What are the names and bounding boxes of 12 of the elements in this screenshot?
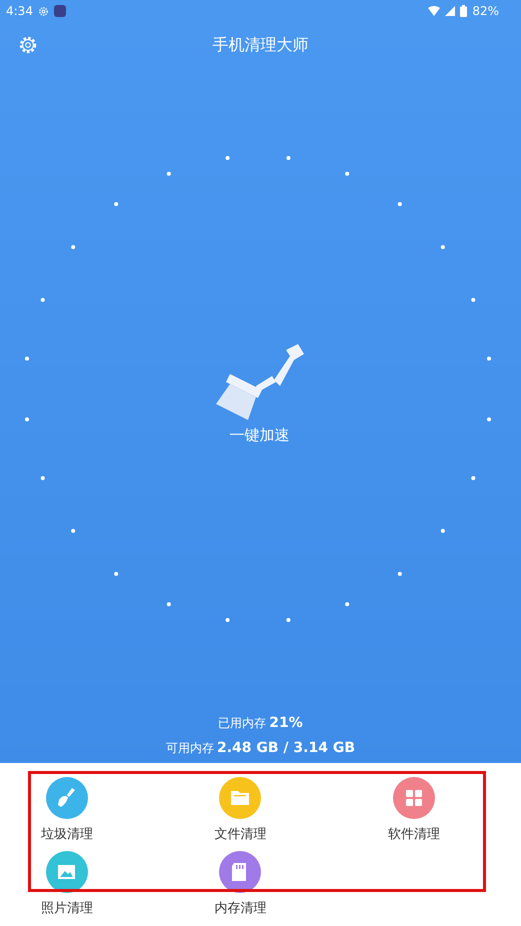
battery-level: 82% bbox=[472, 4, 499, 18]
status-time: 4:34 bbox=[6, 4, 33, 18]
free-memory-text: 可用内存 2.48 GB / 3.14 GB bbox=[166, 740, 356, 757]
brush-icon[interactable] bbox=[214, 342, 306, 422]
settings-icon[interactable] bbox=[18, 35, 38, 55]
used-memory-text: 已用内存 21% bbox=[218, 715, 303, 732]
app-title: 手机清理大师 bbox=[212, 34, 308, 56]
battery-icon bbox=[460, 5, 468, 17]
settings-icon bbox=[38, 6, 49, 16]
app-icon bbox=[54, 5, 66, 17]
wifi-icon bbox=[428, 6, 440, 16]
signal-icon bbox=[445, 6, 456, 16]
